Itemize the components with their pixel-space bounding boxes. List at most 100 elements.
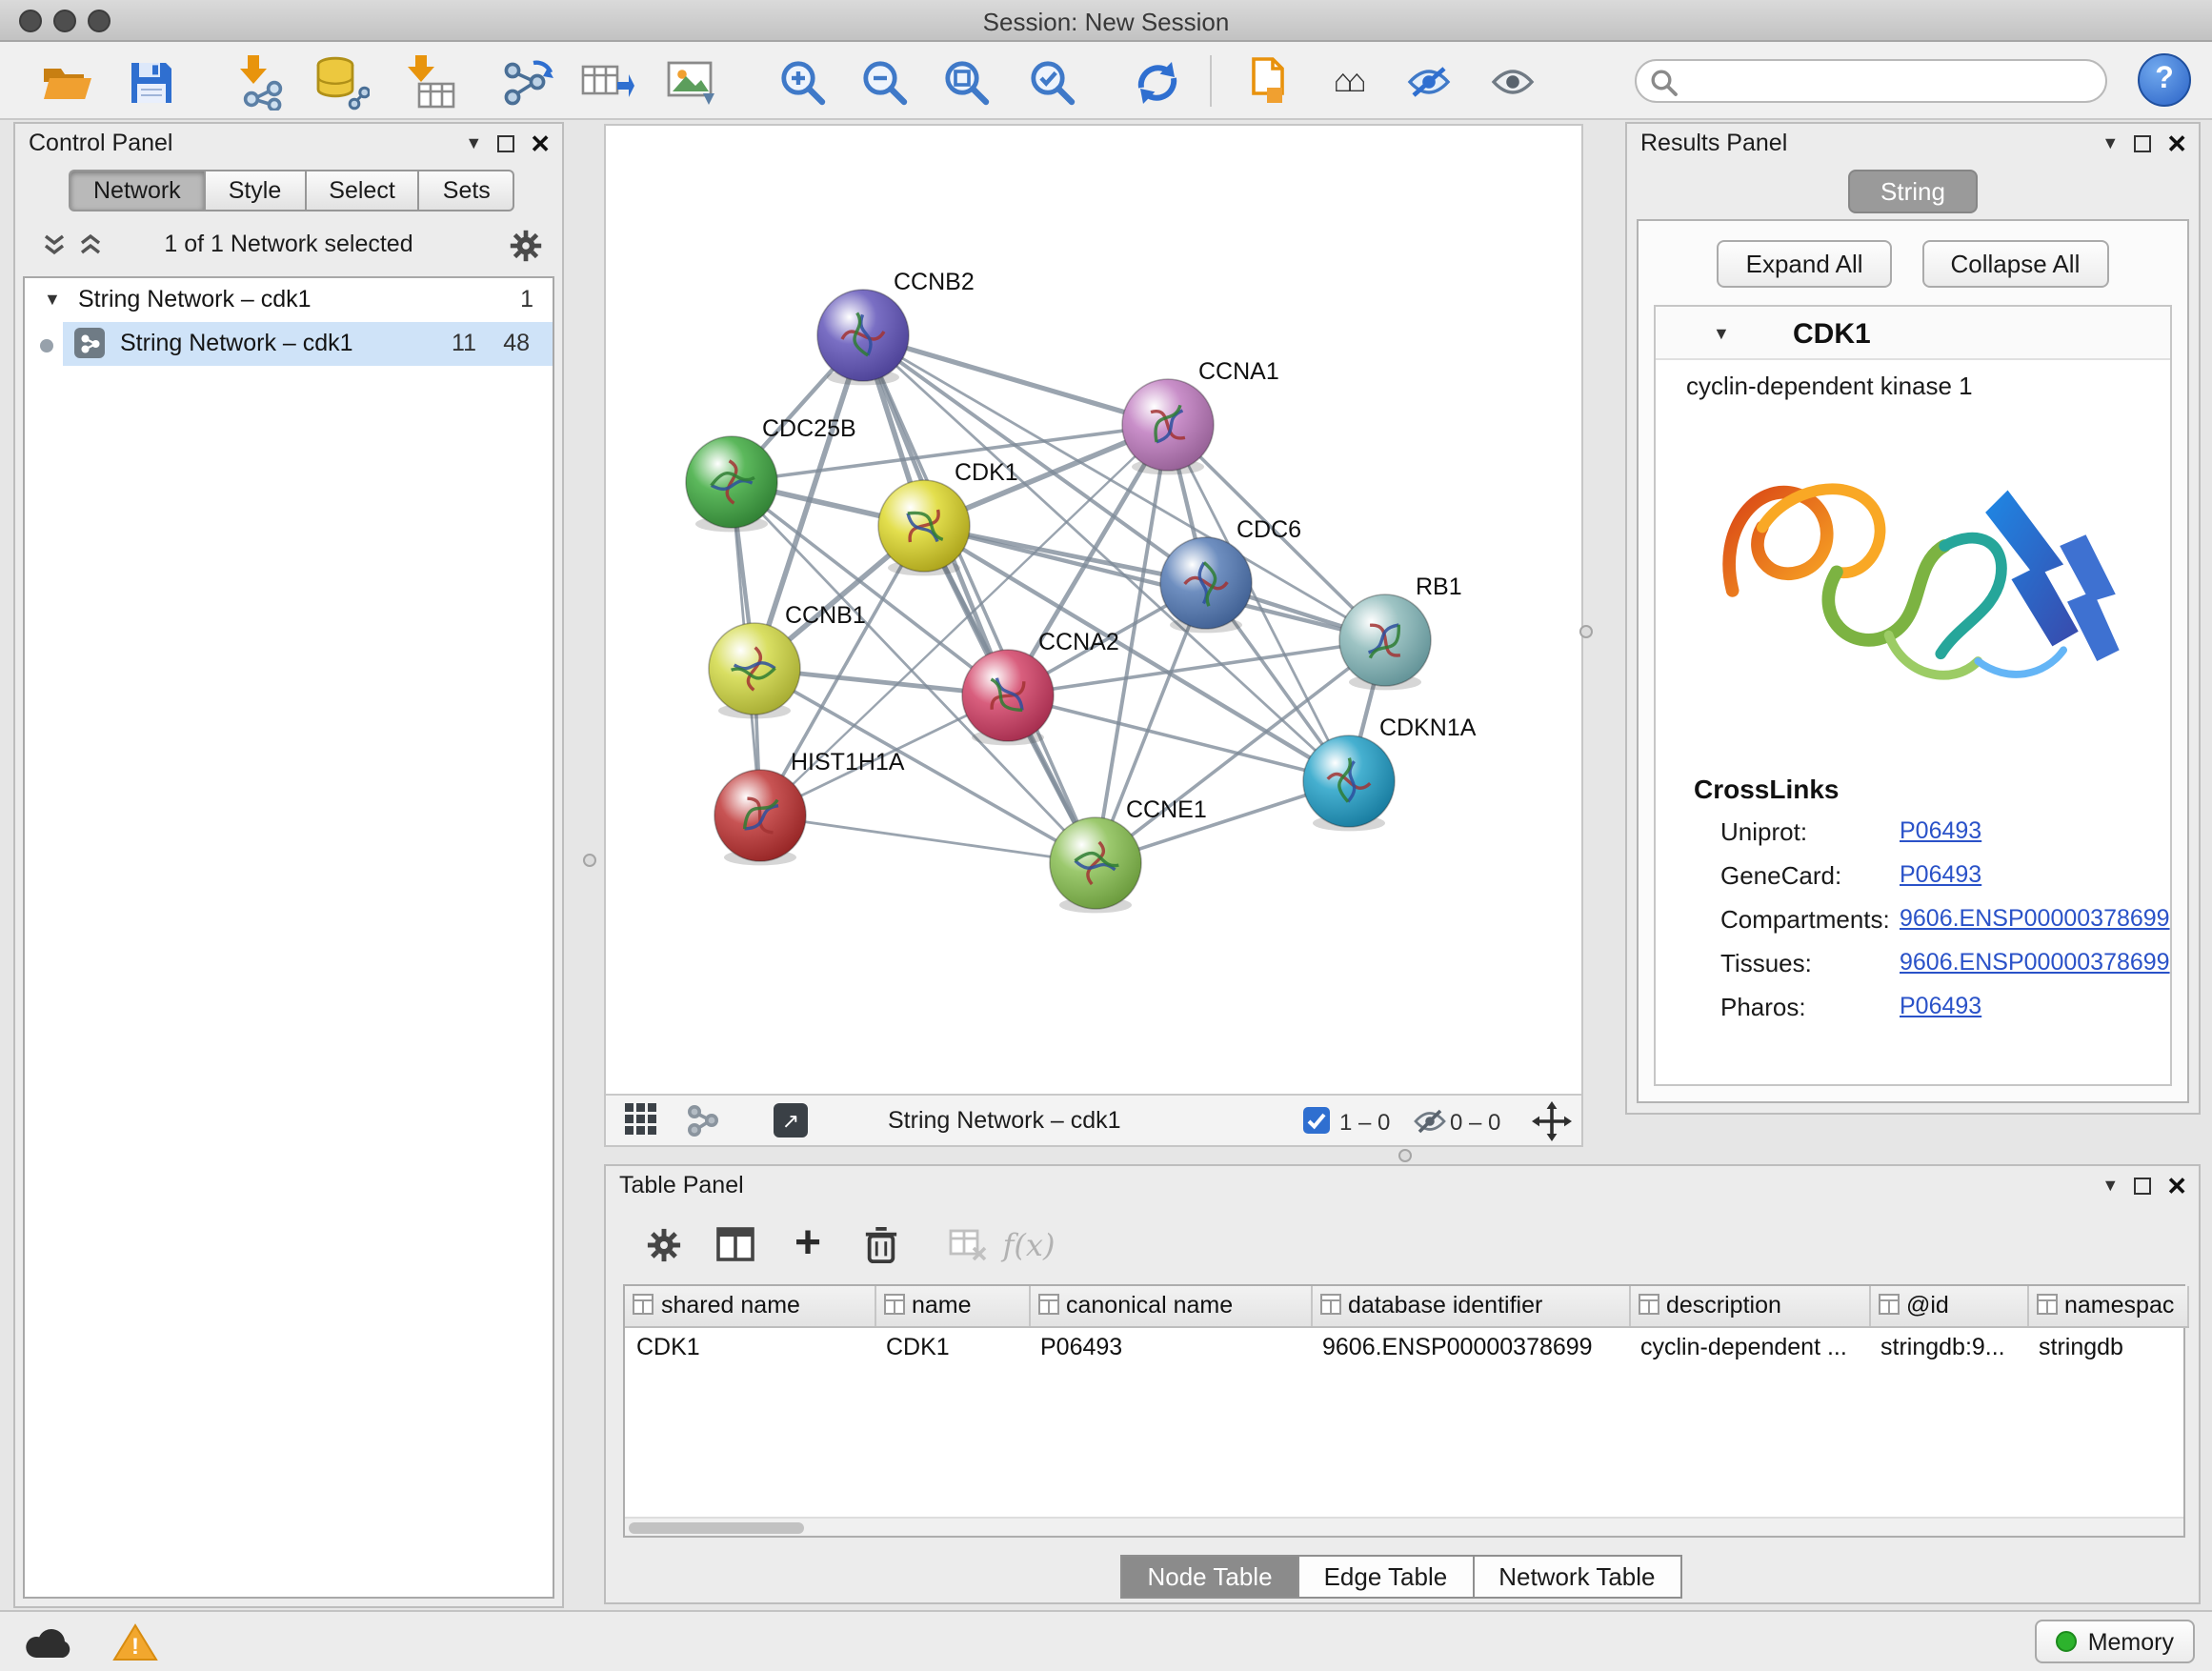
network-canvas[interactable]: CCNB2CCNA1CDC25BCDK1CDC6RB1CCNB1CCNA2CDK… (606, 126, 1581, 1094)
tab-style[interactable]: Style (206, 170, 307, 211)
crosslink-uniprot-link[interactable]: P06493 (1900, 817, 1981, 844)
memory-button[interactable]: Memory (2035, 1620, 2195, 1663)
cell-id[interactable]: stringdb:9... (1869, 1326, 2027, 1366)
network-node-CCNB1[interactable] (709, 623, 800, 718)
table-row[interactable]: CDK1 CDK1 P06493 9606.ENSP00000378699 cy… (625, 1326, 2187, 1366)
network-node-CCNA2[interactable] (962, 650, 1054, 745)
close-panel-icon[interactable]: ✕ (2166, 1173, 2187, 1198)
tree-expand-icon[interactable]: ▼ (44, 290, 61, 309)
crosslink-genecard-link[interactable]: P06493 (1900, 861, 1981, 888)
col-header-id[interactable]: @id (1869, 1286, 2027, 1326)
cell-name[interactable]: CDK1 (875, 1326, 1029, 1366)
col-header-shared-name[interactable]: shared name (625, 1286, 875, 1326)
network-share-icon[interactable] (686, 1103, 720, 1143)
network-edge[interactable] (924, 526, 1385, 640)
crosslink-pharos-link[interactable]: P06493 (1900, 993, 1981, 1019)
network-edge[interactable] (760, 815, 1096, 863)
network-edge[interactable] (863, 335, 1168, 425)
refresh-icon[interactable] (1126, 51, 1187, 112)
network-node-label: CCNA1 (1198, 358, 1279, 385)
network-edge[interactable] (863, 335, 1096, 863)
network-node-RB1[interactable] (1339, 594, 1431, 690)
network-collection-row[interactable]: ▼ String Network – cdk1 1 (25, 278, 553, 322)
network-node-CCNA1[interactable] (1122, 379, 1214, 474)
table-settings-gear-icon[interactable] (636, 1219, 690, 1269)
tab-sets[interactable]: Sets (420, 170, 515, 211)
col-header-namespace[interactable]: namespac (2027, 1286, 2187, 1326)
tab-select[interactable]: Select (306, 170, 420, 211)
cloud-icon[interactable] (19, 1621, 76, 1663)
birdseye-grid-icon[interactable] (625, 1103, 657, 1141)
tab-edge-table[interactable]: Edge Table (1297, 1555, 1475, 1599)
expand-all-button[interactable]: Expand All (1718, 240, 1892, 288)
cell-namespace[interactable]: stringdb (2027, 1326, 2187, 1366)
node-table[interactable]: shared name name canonical name database… (623, 1284, 2185, 1538)
tab-network[interactable]: Network (69, 170, 206, 211)
gear-icon[interactable] (509, 229, 543, 269)
search-box[interactable] (1635, 59, 2107, 103)
collapse-gene-icon[interactable]: ▼ (1713, 326, 1730, 343)
save-session-icon[interactable] (120, 51, 181, 112)
import-network-from-database-icon[interactable] (311, 51, 372, 112)
cell-description[interactable]: cyclin-dependent ... (1629, 1326, 1869, 1366)
search-input[interactable] (1686, 63, 2094, 99)
hide-selected-eye-slash-icon[interactable] (1398, 51, 1459, 112)
splitter-handle[interactable] (583, 854, 596, 867)
network-node-CCNE1[interactable] (1050, 817, 1141, 913)
pan-crosshair-icon[interactable] (1532, 1101, 1572, 1147)
tab-network-table[interactable]: Network Table (1472, 1555, 1681, 1599)
network-node-CDC25B[interactable] (686, 436, 777, 532)
zoom-out-icon[interactable] (854, 51, 915, 112)
collapse-all-button[interactable]: Collapse All (1922, 240, 2109, 288)
collapse-panel-icon[interactable]: ▼ (2101, 1177, 2119, 1194)
collapse-panel-icon[interactable]: ▼ (465, 134, 482, 151)
float-panel-icon[interactable] (497, 134, 514, 151)
hidden-eye-slash-icon[interactable] (1414, 1109, 1446, 1139)
close-panel-icon[interactable]: ✕ (530, 131, 551, 155)
network-node-HIST1H1A[interactable] (714, 770, 806, 865)
show-selected-eye-icon[interactable] (1482, 51, 1543, 112)
help-icon[interactable]: ? (2138, 53, 2191, 107)
close-panel-icon[interactable]: ✕ (2166, 131, 2187, 155)
zoom-fit-icon[interactable] (935, 51, 996, 112)
splitter-handle[interactable] (1579, 625, 1593, 638)
splitter-handle[interactable] (1398, 1149, 1412, 1162)
cell-canonical-name[interactable]: P06493 (1029, 1326, 1311, 1366)
warning-icon[interactable]: ! (107, 1621, 164, 1663)
selected-checkbox-icon[interactable] (1303, 1107, 1330, 1134)
float-panel-icon[interactable] (2134, 1177, 2151, 1194)
export-table-icon[interactable] (577, 51, 638, 112)
float-panel-icon[interactable] (2134, 134, 2151, 151)
col-header-name[interactable]: name (875, 1286, 1029, 1326)
zoom-in-icon[interactable] (772, 51, 833, 112)
select-columns-icon[interactable] (709, 1219, 762, 1269)
copy-document-icon[interactable] (1231, 51, 1292, 112)
external-link-icon[interactable]: ↗ (774, 1103, 808, 1137)
network-row-selected[interactable]: String Network – cdk1 11 48 (25, 322, 553, 366)
crosslink-tissues-link[interactable]: 9606.ENSP00000378699 (1900, 949, 2170, 976)
gene-header[interactable]: ▼ CDK1 (1656, 307, 2170, 360)
tab-string[interactable]: String (1848, 170, 1978, 213)
import-network-from-file-icon[interactable] (229, 51, 290, 112)
col-header-database-identifier[interactable]: database identifier (1311, 1286, 1629, 1326)
add-column-plus-icon[interactable]: + (781, 1219, 835, 1269)
tab-node-table[interactable]: Node Table (1120, 1555, 1298, 1599)
cell-database-identifier[interactable]: 9606.ENSP00000378699 (1311, 1326, 1629, 1366)
scrollbar-thumb[interactable] (629, 1521, 804, 1533)
zoom-selected-icon[interactable] (1021, 51, 1082, 112)
network-node-CDC6[interactable] (1160, 537, 1252, 633)
network-label: String Network – cdk1 (120, 330, 353, 356)
home-icon[interactable]: ⌂⌂ (1317, 51, 1377, 112)
horizontal-scrollbar[interactable] (625, 1517, 2183, 1536)
clone-network-icon[interactable] (495, 51, 556, 112)
export-image-icon[interactable] (661, 51, 722, 112)
crosslink-compartments-link[interactable]: 9606.ENSP00000378699 (1900, 905, 2170, 932)
open-session-icon[interactable] (36, 51, 97, 112)
collapse-panel-icon[interactable]: ▼ (2101, 134, 2119, 151)
delete-trash-icon[interactable] (854, 1219, 907, 1269)
col-header-canonical-name[interactable]: canonical name (1029, 1286, 1311, 1326)
cell-shared-name[interactable]: CDK1 (625, 1326, 875, 1366)
network-node-CDKN1A[interactable] (1303, 735, 1395, 831)
col-header-description[interactable]: description (1629, 1286, 1869, 1326)
import-table-icon[interactable] (398, 51, 459, 112)
